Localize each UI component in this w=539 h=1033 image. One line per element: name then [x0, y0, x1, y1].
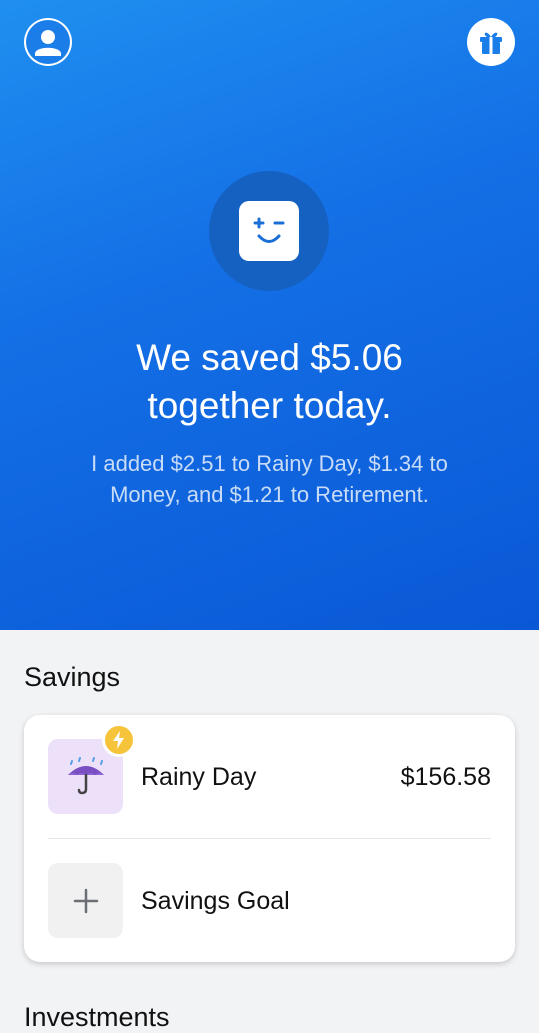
message-line-2: Money, and $1.21 to Retirement.: [110, 482, 429, 507]
savings-breakdown-message: I added $2.51 to Rainy Day, $1.34 to Mon…: [40, 448, 499, 510]
person-icon: [26, 20, 70, 64]
winking-face-icon: [239, 201, 299, 261]
savings-goal-tile: [48, 863, 123, 938]
savings-item-rainy-day[interactable]: Rainy Day $156.58: [24, 715, 515, 839]
headline-line-1: We saved $5.06: [136, 337, 403, 378]
investments-section-title: Investments: [24, 1002, 170, 1032]
gift-button[interactable]: [467, 18, 515, 66]
add-savings-goal[interactable]: Savings Goal: [24, 839, 515, 963]
headline-line-2: together today.: [147, 385, 392, 426]
savings-card: Rainy Day $156.58 Savings Goal: [24, 715, 515, 962]
message-line-1: I added $2.51 to Rainy Day, $1.34 to: [91, 451, 448, 476]
rainy-day-amount: $156.58: [400, 763, 491, 791]
savings-section-title: Savings: [24, 662, 121, 692]
gift-icon: [480, 32, 502, 54]
umbrella-rain-icon: [67, 756, 104, 794]
profile-button[interactable]: [24, 18, 72, 66]
mascot-badge: [209, 171, 329, 291]
lightning-bolt-icon: [102, 723, 136, 757]
savings-headline: We saved $5.06 together today.: [0, 334, 539, 430]
hero-banner: We saved $5.06 together today. I added $…: [0, 0, 539, 630]
savings-goal-label: Savings Goal: [141, 887, 290, 915]
rainy-day-label: Rainy Day: [141, 763, 257, 791]
plus-icon: [73, 888, 98, 913]
